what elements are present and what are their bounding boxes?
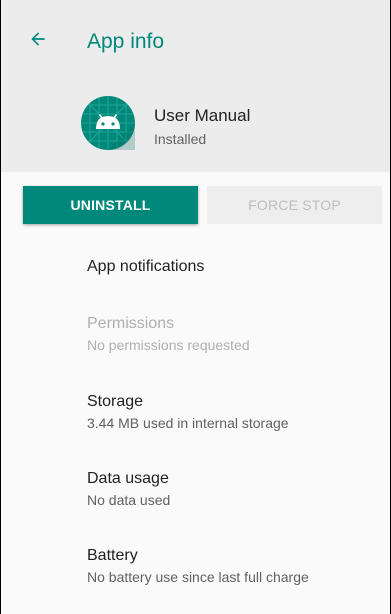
permissions-item: Permissions No permissions requested	[87, 314, 382, 354]
item-title: Battery	[87, 547, 138, 564]
item-title: Storage	[87, 393, 144, 410]
app-notifications-item[interactable]: App notifications	[87, 257, 382, 277]
app-status: Installed	[154, 131, 207, 147]
app-header: User Manual Installed	[1, 84, 390, 172]
app-bar: App info	[1, 0, 390, 84]
item-subtitle: 3.44 MB used in internal storage	[87, 415, 289, 431]
item-subtitle: No data used	[87, 492, 171, 508]
android-icon	[81, 96, 135, 150]
storage-item[interactable]: Storage 3.44 MB used in internal storage	[87, 392, 382, 432]
item-subtitle: No permissions requested	[87, 337, 250, 353]
app-info-screen: App info User Manual Installed UNINSTALL…	[1, 0, 390, 614]
battery-item[interactable]: Battery No battery use since last full c…	[87, 546, 382, 586]
app-name: User Manual	[154, 106, 251, 125]
uninstall-button[interactable]: UNINSTALL	[23, 186, 198, 224]
item-title: Data usage	[87, 470, 169, 487]
item-subtitle: No battery use since last full charge	[87, 569, 309, 585]
force-stop-button: FORCE STOP	[207, 186, 382, 224]
arrow-back-icon	[28, 29, 48, 54]
data-usage-item[interactable]: Data usage No data used	[87, 469, 382, 509]
item-title: App notifications	[87, 258, 205, 275]
page-title: App info	[87, 30, 165, 53]
back-button[interactable]	[25, 28, 51, 54]
item-title: Permissions	[87, 315, 175, 332]
